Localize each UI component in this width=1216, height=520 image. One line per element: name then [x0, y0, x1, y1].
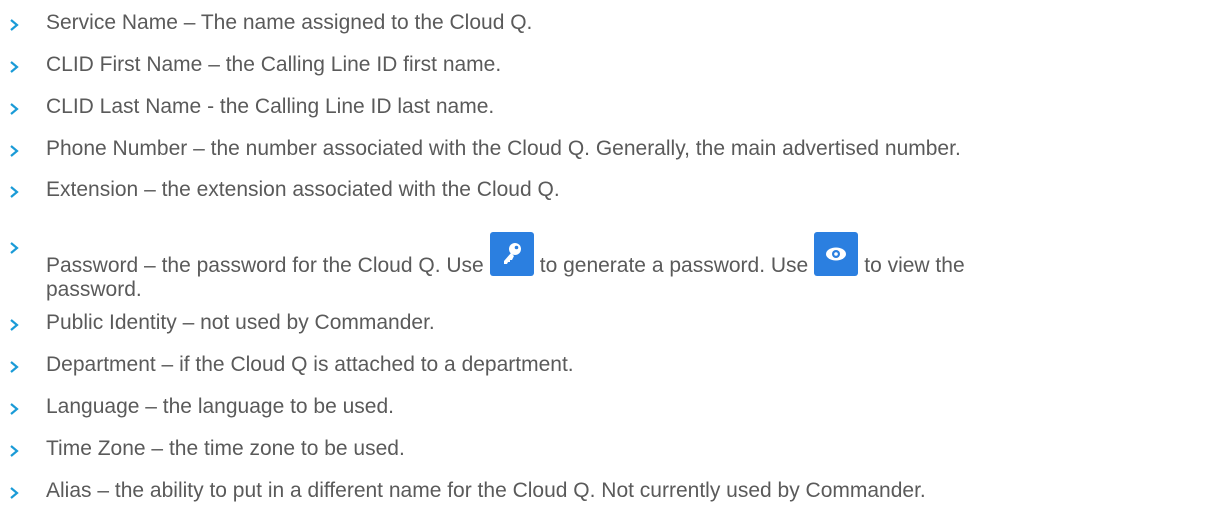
item-text: Public Identity – not used by Commander. [46, 311, 435, 335]
item-label: Service Name [46, 11, 178, 34]
item-separator: – [155, 353, 180, 376]
item-label: Time Zone [46, 437, 146, 460]
item-separator: – [177, 11, 201, 34]
item-description: the extension associated with the Cloud … [161, 178, 560, 201]
item-description: if the Cloud Q is attached to a departme… [179, 353, 574, 376]
item-label: CLID Last Name [46, 95, 202, 118]
chevron-right-icon [9, 103, 19, 115]
item-separator: - [201, 95, 220, 118]
item-separator: – [202, 53, 226, 76]
item-description: the Calling Line ID first name. [225, 53, 502, 76]
item-separator: – [91, 479, 115, 502]
key-icon [503, 243, 521, 264]
item-label: Password [46, 254, 139, 277]
chevron-right-icon [9, 61, 19, 73]
item-separator: – [187, 137, 211, 160]
item-description: password. [46, 278, 142, 301]
item-description: the language to be used. [162, 395, 394, 418]
item-description: The name assigned to the Cloud Q. [200, 11, 533, 34]
item-label: CLID First Name [46, 53, 203, 76]
chevron-right-icon [9, 445, 19, 457]
item-description: not used by Commander. [200, 311, 435, 334]
item-text: CLID Last Name - the Calling Line ID las… [46, 95, 494, 119]
item-text: Alias – the ability to put in a differen… [46, 479, 926, 503]
view-password-button[interactable] [814, 232, 859, 276]
chevron-right-icon [9, 319, 19, 331]
item-separator: – [176, 311, 201, 334]
item-text: Extension – the extension associated wit… [46, 178, 560, 202]
item-label: Extension [46, 178, 139, 201]
chevron-right-icon [9, 361, 19, 373]
chevron-right-icon [9, 186, 19, 198]
item-label: Department [46, 353, 156, 376]
item-label: Public Identity [46, 311, 177, 334]
eye-icon [826, 247, 847, 261]
generate-password-button[interactable] [489, 232, 534, 276]
item-label: Alias [46, 479, 92, 502]
item-description: the ability to put in a different name f… [114, 479, 926, 502]
item-text: Time Zone – the time zone to be used. [46, 437, 405, 461]
item-label: Language [46, 395, 140, 418]
item-description: the time zone to be used. [168, 437, 405, 460]
document-page: Service Name – The name assigned to the … [0, 0, 1216, 520]
item-separator: – [138, 254, 162, 277]
item-text: CLID First Name – the Calling Line ID fi… [46, 53, 501, 77]
item-separator: – [138, 178, 162, 201]
chevron-right-icon [9, 19, 19, 31]
item-separator: – [139, 395, 163, 418]
item-text: Service Name – The name assigned to the … [46, 11, 532, 35]
chevron-right-icon [9, 145, 19, 157]
item-separator: – [145, 437, 169, 460]
item-description: the password for the Cloud Q. Use [161, 254, 484, 277]
item-text: Phone Number – the number associated wit… [46, 137, 961, 161]
item-description: to view the [864, 254, 965, 277]
chevron-right-icon [9, 242, 19, 254]
item-text: Department – if the Cloud Q is attached … [46, 353, 574, 377]
item-label: Phone Number [46, 137, 188, 160]
item-description: the number associated with the Cloud Q. … [210, 137, 961, 160]
item-text: Language – the language to be used. [46, 395, 394, 419]
chevron-right-icon [9, 403, 19, 415]
chevron-right-icon [9, 487, 19, 499]
item-description: the Calling Line ID last name. [219, 95, 495, 118]
item-text: Password – the password for the Cloud Q.… [46, 232, 1196, 302]
item-description: to generate a password. Use [539, 254, 809, 277]
